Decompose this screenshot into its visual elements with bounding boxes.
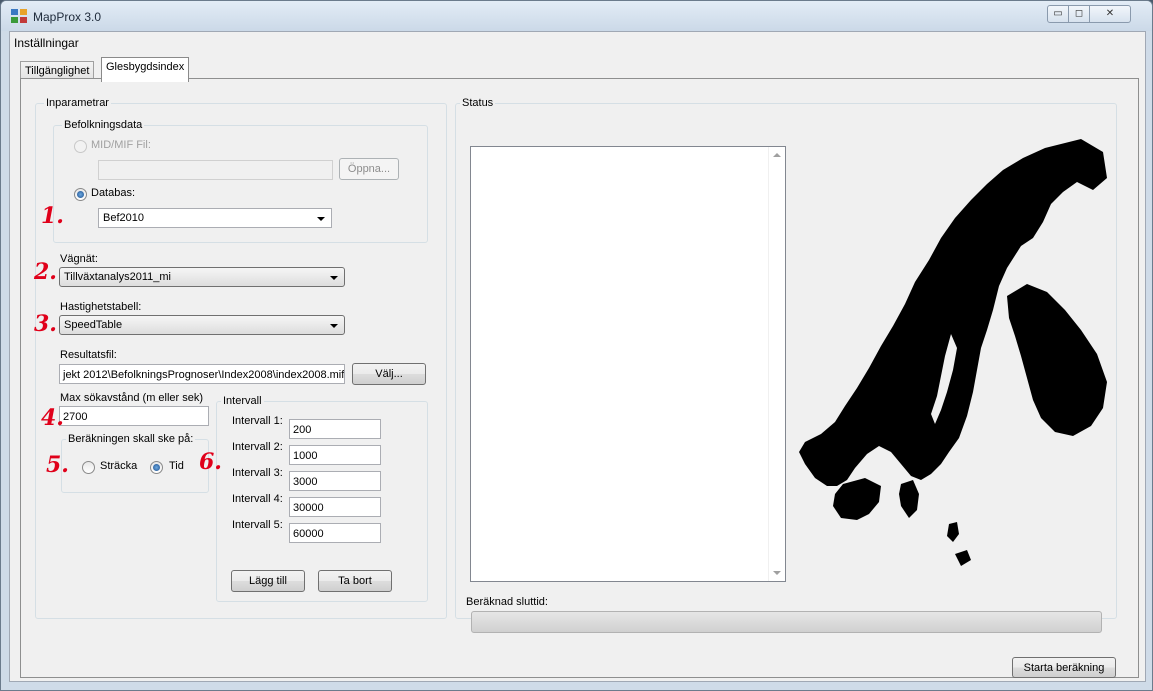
menu-settings[interactable]: Inställningar	[14, 36, 79, 50]
max-distance-label: Max sökavstånd (m eller sek)	[60, 392, 204, 404]
max-distance-input[interactable]: 2700	[59, 406, 209, 426]
midmif-file-input[interactable]	[98, 160, 333, 180]
hastighet-select[interactable]: SpeedTable	[59, 315, 345, 335]
maximize-icon: ◻	[1074, 8, 1084, 19]
remove-interval-button[interactable]: Ta bort	[318, 570, 392, 592]
interval-4-label: Intervall 4:	[232, 493, 283, 505]
title-bar[interactable]: MapProx 3.0 ▭ ◻ ✕	[1, 1, 1152, 31]
start-calculation-button[interactable]: Starta beräkning	[1012, 657, 1116, 678]
hastighet-selected-value: SpeedTable	[64, 319, 123, 331]
client-area: Inställningar Tillgänglighet Glesbygdsin…	[9, 31, 1146, 682]
interval-1-input[interactable]: 200	[289, 419, 381, 439]
scroll-up-icon[interactable]	[773, 153, 781, 157]
minimize-button[interactable]: ▭	[1047, 5, 1069, 23]
end-time-label: Beräknad sluttid:	[466, 596, 548, 608]
choose-file-button[interactable]: Välj...	[352, 363, 426, 385]
end-time-progress-bar	[471, 611, 1102, 633]
tab-panel-glesbygdsindex: Inparametrar Befolkningsdata MID/MIF Fil…	[20, 78, 1139, 678]
tab-glesbygdsindex[interactable]: Glesbygdsindex	[101, 57, 190, 82]
close-button[interactable]: ✕	[1089, 5, 1131, 23]
vagnat-label: Vägnät:	[60, 253, 98, 265]
annotation-6: 6.	[199, 449, 222, 475]
distance-label: Sträcka	[100, 460, 138, 472]
status-textarea[interactable]	[470, 146, 786, 582]
window-title: MapProx 3.0	[33, 10, 102, 24]
resultat-label: Resultatsfil:	[60, 349, 117, 361]
midmif-label: MID/MIF Fil:	[91, 139, 151, 151]
database-selected-value: Bef2010	[103, 212, 144, 224]
close-icon: ✕	[1105, 8, 1115, 19]
time-label: Tid	[169, 460, 184, 472]
annotation-4: 4.	[41, 405, 64, 431]
scroll-down-icon[interactable]	[773, 571, 781, 575]
minimize-icon: ▭	[1053, 8, 1063, 19]
status-title: Status	[460, 97, 496, 109]
resultat-file-input[interactable]: jekt 2012\BefolkningsPrognoser\Index2008…	[59, 364, 345, 384]
vagnat-select[interactable]: Tillväxtanalys2011_mi	[59, 267, 345, 287]
app-window: MapProx 3.0 ▭ ◻ ✕ Inställningar Tillgäng…	[0, 0, 1153, 691]
interval-3-input[interactable]: 3000	[289, 471, 381, 491]
vagnat-selected-value: Tillväxtanalys2011_mi	[64, 271, 171, 283]
annotation-5: 5.	[46, 452, 69, 478]
chevron-down-icon	[330, 276, 338, 280]
app-icon	[11, 9, 27, 23]
interval-5-label: Intervall 5:	[232, 519, 283, 531]
interval-4-input[interactable]: 30000	[289, 497, 381, 517]
maximize-button[interactable]: ◻	[1068, 5, 1090, 23]
interval-2-label: Intervall 2:	[232, 441, 283, 453]
annotation-2: 2.	[34, 259, 57, 285]
distance-radio[interactable]	[82, 461, 95, 474]
hastighet-label: Hastighetstabell:	[60, 301, 142, 313]
midmif-radio[interactable]	[74, 140, 87, 153]
database-label: Databas:	[91, 187, 136, 199]
befolkningsdata-title: Befolkningsdata	[62, 119, 145, 131]
calc-mode-title: Beräkningen skall ske på:	[66, 433, 196, 445]
inparametrar-title: Inparametrar	[44, 97, 111, 109]
interval-5-input[interactable]: 60000	[289, 523, 381, 543]
time-radio[interactable]	[150, 461, 163, 474]
annotation-3: 3.	[34, 311, 57, 337]
add-interval-button[interactable]: Lägg till	[231, 570, 305, 592]
scandinavia-map	[799, 139, 1107, 566]
chevron-down-icon	[317, 217, 325, 221]
annotation-1: 1.	[41, 203, 64, 229]
open-file-button[interactable]: Öppna...	[339, 158, 399, 180]
interval-title: Intervall	[221, 395, 264, 407]
database-radio[interactable]	[74, 188, 87, 201]
database-select[interactable]: Bef2010	[98, 208, 332, 228]
chevron-down-icon	[330, 324, 338, 328]
interval-1-label: Intervall 1:	[232, 415, 283, 427]
interval-2-input[interactable]: 1000	[289, 445, 381, 465]
interval-3-label: Intervall 3:	[232, 467, 283, 479]
